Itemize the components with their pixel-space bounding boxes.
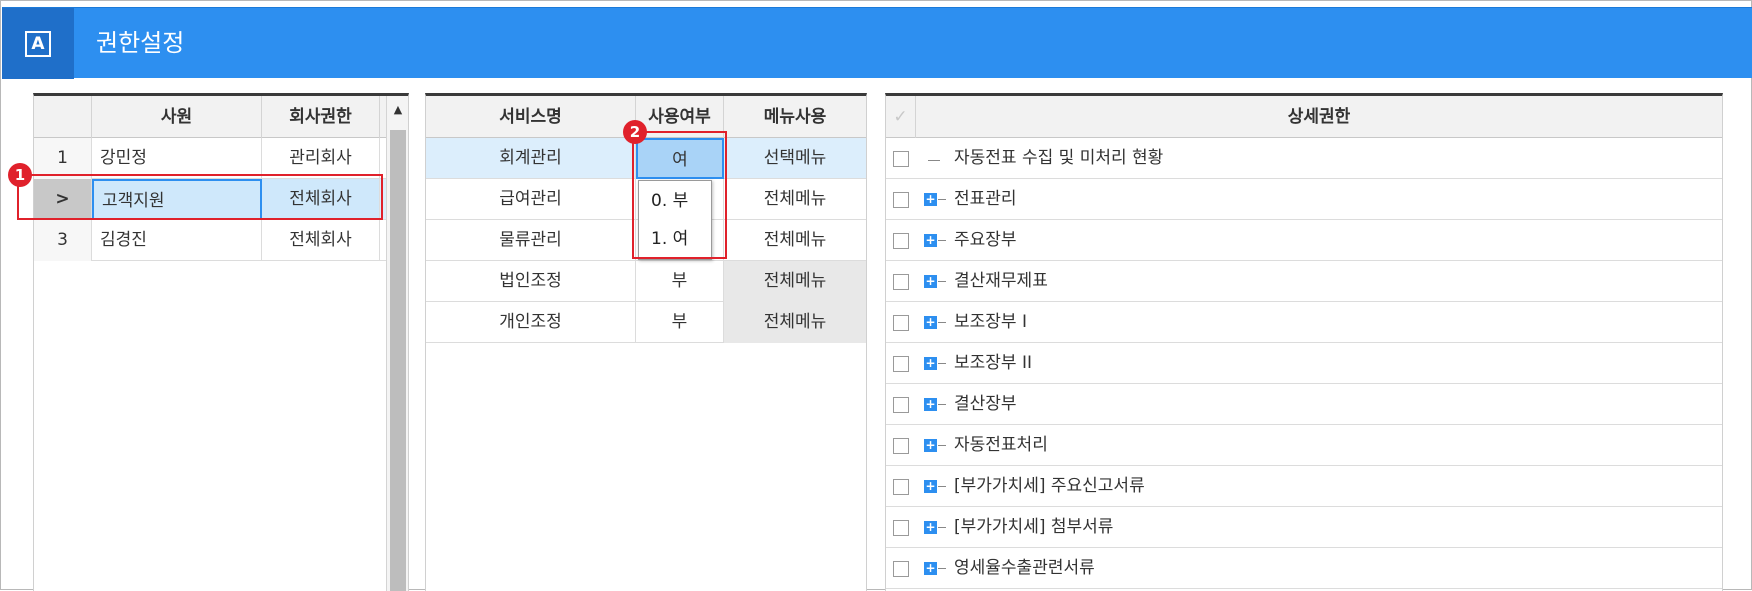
detail-row[interactable]: + 결산재무제표 (886, 261, 1722, 302)
row-number-header (34, 96, 92, 138)
menu-usage-disabled: 전체메뉴 (724, 302, 866, 343)
employee-name[interactable]: 강민정 (92, 138, 262, 179)
expand-plus-icon[interactable]: + (924, 398, 937, 411)
tree-connector (938, 363, 946, 364)
row-checkbox[interactable] (893, 151, 909, 167)
select-all-check-icon[interactable]: ✓ (886, 96, 916, 138)
table-row[interactable]: 3 김경진 전체회사 (34, 220, 386, 261)
company-auth[interactable]: 관리회사 (262, 138, 380, 179)
detail-permission-label[interactable]: [부가가치세] 첨부서류 (954, 507, 1722, 548)
page-title: 권한설정 (96, 29, 185, 57)
detail-row[interactable]: + 보조장부 II (886, 343, 1722, 384)
scroll-up-arrow-icon[interactable]: ▲ (387, 96, 409, 122)
company-auth[interactable]: 전체회사 (262, 220, 380, 261)
detail-row[interactable]: + [부가가치세] 주요신고서류 (886, 466, 1722, 507)
row-checkbox[interactable] (893, 479, 909, 495)
detail-row[interactable]: + 영세율수출관련서류 (886, 548, 1722, 589)
title-bar: A 권한설정 (2, 7, 1752, 79)
expand-plus-icon[interactable]: + (924, 521, 937, 534)
tree-connector (938, 445, 946, 446)
detail-permission-label[interactable]: 전표관리 (954, 179, 1722, 220)
usage-value[interactable]: 부 (636, 261, 724, 302)
table-row[interactable]: 1 강민정 관리회사 (34, 138, 386, 179)
detail-row[interactable]: + 전표관리 (886, 179, 1722, 220)
employee-grid: 사원 회사권한 1 강민정 관리회사 > 고객지원 전체회사 3 김경진 전체회… (33, 93, 409, 591)
detail-row[interactable]: + [부가가치세] 첨부서류 (886, 507, 1722, 548)
tree-connector (938, 527, 946, 528)
detail-permission-label[interactable]: 자동전표 수집 및 미처리 현황 (954, 138, 1722, 179)
service-name[interactable]: 물류관리 (426, 220, 636, 261)
detail-grid-header: ✓ 상세권한 (886, 96, 1722, 138)
row-checkbox[interactable] (893, 274, 909, 290)
detail-permission-label[interactable]: 자동전표처리 (954, 425, 1722, 466)
service-name[interactable]: 급여관리 (426, 179, 636, 220)
expand-plus-icon[interactable]: + (924, 480, 937, 493)
detail-permission-label[interactable]: 결산재무제표 (954, 261, 1722, 302)
row-checkbox[interactable] (893, 192, 909, 208)
employee-name[interactable]: 김경진 (92, 220, 262, 261)
menu-usage[interactable]: 선택메뉴 (724, 138, 866, 179)
table-row[interactable]: 법인조정 부 전체메뉴 (426, 261, 866, 302)
tree-connector (938, 568, 946, 569)
app-badge: A (2, 8, 74, 79)
column-header-employee[interactable]: 사원 (92, 96, 262, 138)
row-checkbox[interactable] (893, 520, 909, 536)
column-header-menu-usage[interactable]: 메뉴사용 (724, 96, 866, 138)
row-checkbox[interactable] (893, 356, 909, 372)
detail-permission-grid: ✓ 상세권한 자동전표 수집 및 미처리 현황 + 전표관리 + 주요장부 + 결산재무제표… (885, 93, 1723, 591)
expand-plus-icon[interactable]: + (924, 193, 937, 206)
employee-grid-header: 사원 회사권한 (34, 96, 408, 138)
row-number: 1 (34, 138, 92, 179)
detail-row[interactable]: + 자동전표처리 (886, 425, 1722, 466)
tree-connector (928, 160, 940, 161)
expand-plus-icon[interactable]: + (924, 275, 937, 288)
row-checkbox[interactable] (893, 233, 909, 249)
menu-usage[interactable]: 전체메뉴 (724, 220, 866, 261)
detail-row[interactable]: 자동전표 수집 및 미처리 현황 (886, 138, 1722, 179)
detail-permission-label[interactable]: 결산장부 (954, 384, 1722, 425)
column-header-detail[interactable]: 상세권한 (916, 96, 1722, 138)
expand-plus-icon[interactable]: + (924, 234, 937, 247)
tree-connector (938, 199, 946, 200)
vertical-scrollbar[interactable]: ▲ (386, 96, 408, 591)
expand-plus-icon[interactable]: + (924, 357, 937, 370)
detail-row[interactable]: + 주요장부 (886, 220, 1722, 261)
detail-row[interactable]: + 결산장부 (886, 384, 1722, 425)
detail-row[interactable]: + 보조장부 I (886, 302, 1722, 343)
menu-usage-disabled: 전체메뉴 (724, 261, 866, 302)
detail-permission-label[interactable]: 주요장부 (954, 220, 1722, 261)
callout-badge-1: 1 (8, 163, 32, 187)
expand-plus-icon[interactable]: + (924, 439, 937, 452)
detail-permission-label[interactable]: 보조장부 II (954, 343, 1722, 384)
detail-permission-label[interactable]: 영세율수출관련서류 (954, 548, 1722, 589)
scrollbar-thumb[interactable] (390, 130, 406, 591)
app-logo-icon: A (25, 30, 51, 57)
row-number: 3 (34, 220, 92, 261)
callout-badge-2: 2 (623, 120, 647, 144)
tree-connector (938, 404, 946, 405)
usage-value[interactable]: 부 (636, 302, 724, 343)
table-row[interactable]: 개인조정 부 전체메뉴 (426, 302, 866, 343)
callout-box-1 (17, 174, 383, 220)
detail-permission-label[interactable]: 보조장부 I (954, 302, 1722, 343)
service-name[interactable]: 회계관리 (426, 138, 636, 179)
service-name[interactable]: 법인조정 (426, 261, 636, 302)
tree-connector (938, 240, 946, 241)
detail-permission-label[interactable]: [부가가치세] 주요신고서류 (954, 466, 1722, 507)
tree-connector (938, 486, 946, 487)
app-window: A 권한설정 사원 회사권한 1 강민정 관리회사 > 고객지원 전체회사 3 … (0, 0, 1752, 591)
column-header-service[interactable]: 서비스명 (426, 96, 636, 138)
row-checkbox[interactable] (893, 397, 909, 413)
service-name[interactable]: 개인조정 (426, 302, 636, 343)
row-checkbox[interactable] (893, 561, 909, 577)
menu-usage[interactable]: 전체메뉴 (724, 179, 866, 220)
expand-plus-icon[interactable]: + (924, 562, 937, 575)
row-checkbox[interactable] (893, 315, 909, 331)
column-header-company-auth[interactable]: 회사권한 (262, 96, 380, 138)
row-checkbox[interactable] (893, 438, 909, 454)
expand-plus-icon[interactable]: + (924, 316, 937, 329)
tree-connector (938, 322, 946, 323)
tree-connector (938, 281, 946, 282)
callout-box-2 (632, 131, 727, 259)
